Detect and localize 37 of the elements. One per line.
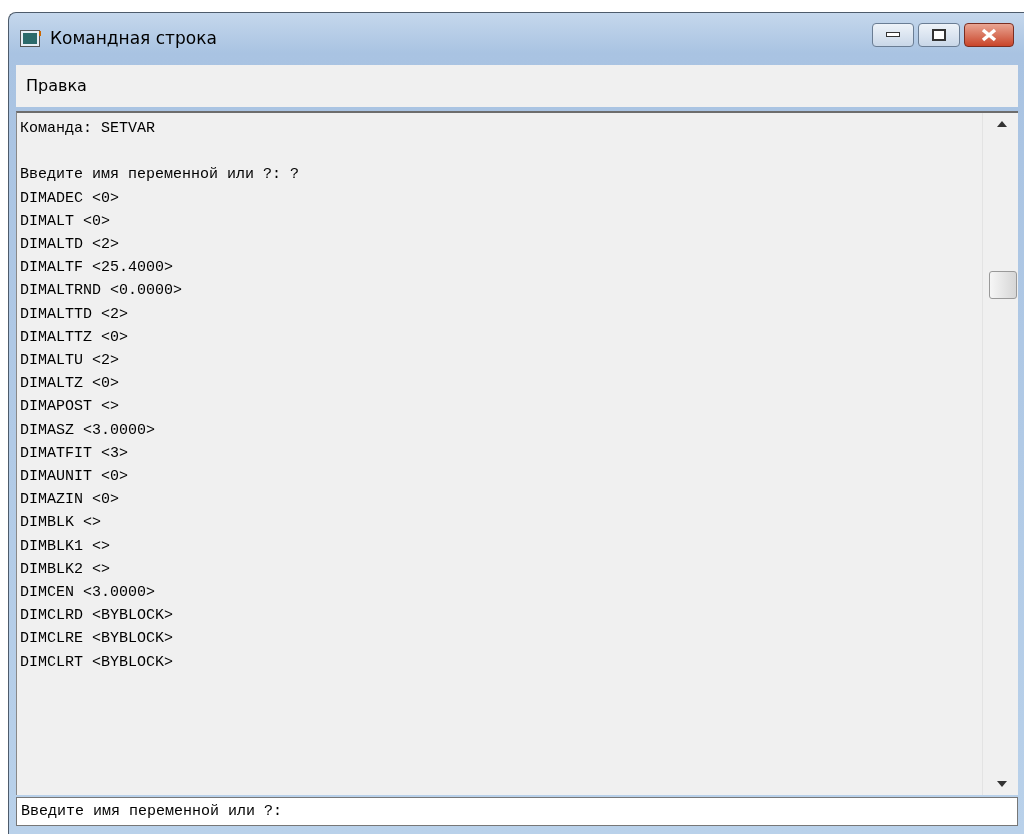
output-line: Команда: SETVAR	[20, 119, 156, 139]
output-line: DIMALTF <25.4000>	[20, 258, 174, 279]
scrollbar[interactable]	[982, 113, 1018, 795]
maximize-icon	[932, 29, 946, 41]
output-line: DIMALTU <2>	[20, 351, 120, 371]
output-line: DIMBLK1 <>	[20, 536, 110, 557]
maximize-button[interactable]	[918, 23, 960, 47]
close-icon	[981, 28, 997, 42]
output-line: DIMCLRT <BYBLOCK>	[20, 652, 174, 673]
minimize-icon	[886, 32, 900, 38]
window-title: Командная строка	[50, 27, 217, 51]
output-line: DIMAUNIT <0>	[20, 467, 129, 488]
output-line: DIMALTRND <0.0000>	[20, 281, 183, 302]
output-line: Введите имя переменной или ?: ?	[20, 165, 300, 186]
output-line: DIMBLK2 <>	[20, 559, 110, 580]
close-button[interactable]	[964, 23, 1014, 47]
minimize-button[interactable]	[872, 23, 914, 47]
output-line: DIMAPOST <>	[20, 397, 120, 418]
output-line: DIMATFIT <3>	[20, 443, 129, 464]
output-line: DIMALTTD <2>	[20, 304, 129, 325]
scrollbar-thumb[interactable]	[989, 271, 1017, 299]
output-line: DIMASZ <3.0000>	[20, 420, 156, 441]
output-line: DIMCLRD <BYBLOCK>	[20, 606, 174, 627]
output-line: DIMALT <0>	[20, 211, 110, 232]
output-line: DIMALTTZ <0>	[20, 327, 129, 348]
command-input-field[interactable]: Введите имя переменной или ?:	[16, 797, 1018, 826]
output-line: DIMAZIN <0>	[20, 490, 120, 511]
scroll-down-icon[interactable]	[997, 781, 1007, 787]
output-line: DIMBLK <>	[20, 513, 101, 534]
output-line: DIMALTZ <0>	[20, 374, 120, 395]
window-app-icon	[20, 30, 42, 48]
scroll-up-icon[interactable]	[997, 121, 1007, 127]
menu-item[interactable]: Правка	[22, 72, 91, 100]
output-line: DIMCEN <3.0000>	[20, 583, 156, 604]
output-line: DIMALTD <2>	[20, 235, 120, 255]
output-line: DIMCLRE <BYBLOCK>	[20, 629, 174, 650]
output-line: DIMADEC <0>	[20, 188, 120, 209]
